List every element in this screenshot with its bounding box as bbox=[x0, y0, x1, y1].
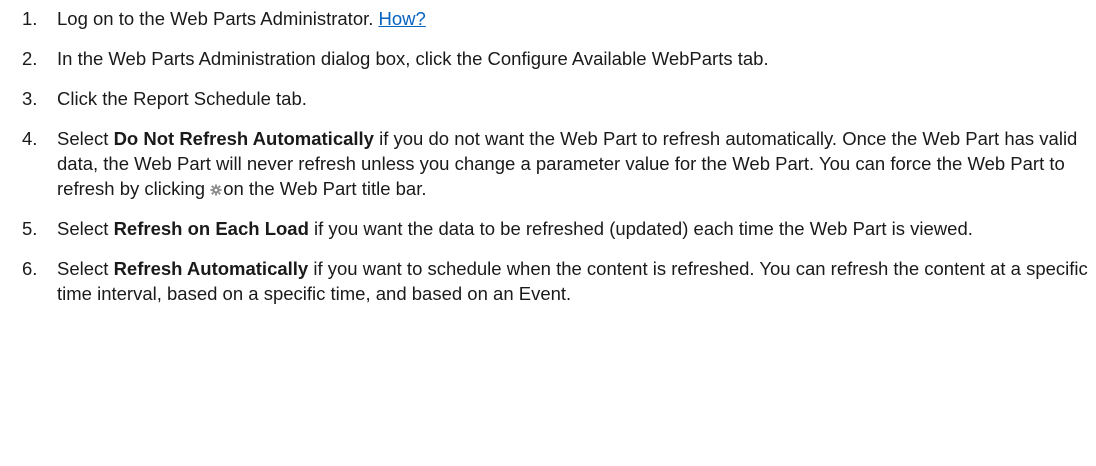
option-refresh-each-load: Refresh on Each Load bbox=[113, 218, 309, 239]
step-number: 3. bbox=[22, 88, 38, 109]
step-text-before: Log on to the Web Parts Administrator. bbox=[57, 8, 379, 29]
step-text: Select Refresh Automatically if you want… bbox=[57, 256, 1090, 306]
step-text: Select Refresh on Each Load if you want … bbox=[57, 216, 1090, 241]
step-number: 1. bbox=[22, 8, 38, 29]
step-3: 3. Click the Report Schedule tab. bbox=[0, 86, 1090, 111]
step-text: Select Do Not Refresh Automatically if y… bbox=[57, 126, 1090, 201]
step-number: 5. bbox=[22, 218, 38, 239]
refresh-gear-icon bbox=[210, 184, 222, 196]
step-2: 2. In the Web Parts Administration dialo… bbox=[0, 46, 1090, 71]
step-6: 6. Select Refresh Automatically if you w… bbox=[0, 256, 1090, 306]
step-prefix: Select bbox=[57, 258, 114, 279]
step-prefix: Select bbox=[57, 128, 114, 149]
step-4: 4. Select Do Not Refresh Automatically i… bbox=[0, 126, 1090, 201]
step-number: 6. bbox=[22, 258, 38, 279]
step-text-end: on the Web Part title bar. bbox=[223, 178, 427, 199]
step-text: Click the Report Schedule tab. bbox=[57, 88, 307, 109]
step-number: 4. bbox=[22, 128, 38, 149]
option-refresh-automatically: Refresh Automatically bbox=[113, 258, 309, 279]
instruction-steps: 1. Log on to the Web Parts Administrator… bbox=[0, 0, 1090, 306]
option-do-not-refresh: Do Not Refresh Automatically bbox=[113, 128, 374, 149]
step-text: In the Web Parts Administration dialog b… bbox=[57, 48, 769, 69]
how-link[interactable]: How? bbox=[379, 8, 426, 29]
step-5: 5. Select Refresh on Each Load if you wa… bbox=[0, 216, 1090, 241]
step-text: Log on to the Web Parts Administrator. H… bbox=[57, 6, 1090, 31]
step-number: 2. bbox=[22, 48, 38, 69]
step-1: 1. Log on to the Web Parts Administrator… bbox=[0, 6, 1090, 31]
step-text-after: if you want the data to be refreshed (up… bbox=[308, 218, 973, 239]
step-prefix: Select bbox=[57, 218, 114, 239]
